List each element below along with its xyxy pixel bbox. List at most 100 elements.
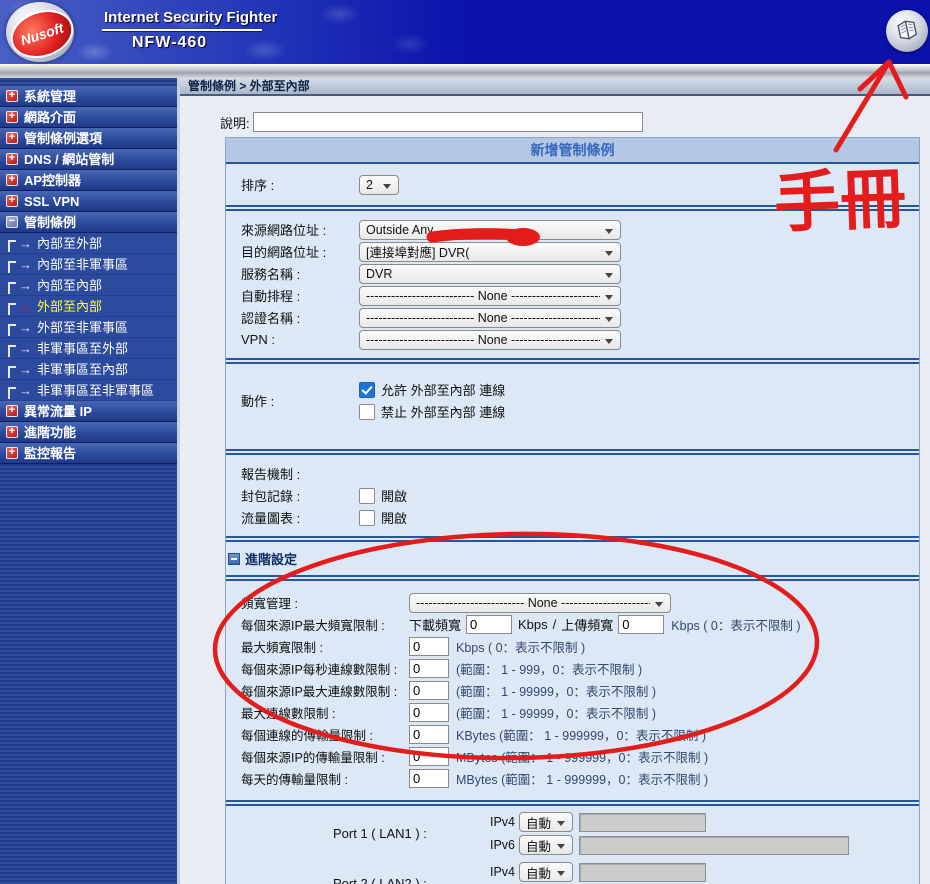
allow-checkbox[interactable] <box>359 381 375 398</box>
sidebar-subitem-wan-to-dmz[interactable]: 外部至非軍事區 <box>0 317 177 338</box>
sidebar-subitem-wan-to-lan[interactable]: 外部至內部 <box>0 296 177 317</box>
port2-ipv4-address-input <box>579 862 706 882</box>
collapse-minus-icon[interactable] <box>228 552 240 565</box>
sidebar-item-abnormal-ip[interactable]: 異常流量 IP <box>0 401 177 422</box>
per-ip-max-conn-hint: (範圍： 1 - 99999，0：表示不限制 ) <box>456 685 657 699</box>
download-bw-input[interactable] <box>466 615 513 634</box>
ipv4-label: IPv4 <box>489 815 515 829</box>
ipv4-label: IPv4 <box>489 865 515 879</box>
port1-ipv6-mode-select[interactable]: 自動 <box>519 835 573 855</box>
description-input[interactable] <box>252 112 643 132</box>
sidebar-item-label: AP控制器 <box>24 172 82 188</box>
arrow-icon <box>19 338 32 359</box>
sidebar-item-monitor-report[interactable]: 監控報告 <box>0 443 177 464</box>
port1-ipv4-mode-select[interactable]: 自動 <box>519 812 573 832</box>
sidebar-subitem-label: 內部至外部 <box>37 235 103 251</box>
sidebar-item-label: 監控報告 <box>24 445 77 461</box>
manual-button[interactable] <box>886 10 928 52</box>
per-ip-conn-rate-input[interactable] <box>409 659 449 678</box>
max-bandwidth-input[interactable] <box>409 637 449 656</box>
port1-ipv6-address-input <box>579 835 849 855</box>
max-conn-label: 最大連線數限制 : <box>241 707 336 721</box>
sort-select[interactable]: 2 <box>359 174 399 195</box>
arrow-icon <box>19 275 32 296</box>
enable-option-label: 開啟 <box>381 511 408 526</box>
expand-plus-icon <box>6 153 18 165</box>
allow-option-label: 允許 外部至內部 連線 <box>381 383 506 398</box>
sidebar-item-label: 異常流量 IP <box>24 403 92 419</box>
sidebar-subitem-dmz-to-lan[interactable]: 非軍事區至內部 <box>0 359 177 380</box>
arrow-icon <box>19 380 32 401</box>
per-ip-bandwidth-label: 每個來源IP最大頻寬限制 : <box>241 619 385 633</box>
sidebar-item-label: DNS / 網站管制 <box>24 151 115 167</box>
tree-bracket-icon <box>8 282 16 294</box>
sidebar-item-dns-web-control[interactable]: DNS / 網站管制 <box>0 149 177 170</box>
daily-quota-label: 每天的傳輸量限制 : <box>241 773 348 787</box>
per-conn-quota-input[interactable] <box>409 725 449 744</box>
per-ip-quota-input[interactable] <box>409 747 449 766</box>
sidebar-filler <box>0 464 177 884</box>
action-label: 動作 : <box>241 394 275 409</box>
expand-plus-icon <box>6 195 18 207</box>
sidebar-item-label: 管制條例選項 <box>24 130 103 146</box>
expand-plus-icon <box>6 111 18 123</box>
slash-separator: / <box>552 617 557 632</box>
service-name-select[interactable]: DVR <box>359 263 621 284</box>
breadcrumb: 管制條例 > 外部至內部 <box>180 78 930 96</box>
top-banner: Nusoft Internet Security Fighter NFW-460 <box>0 0 930 66</box>
tree-bracket-icon <box>8 261 16 273</box>
sidebar-item-label: 管制條例 <box>24 214 77 230</box>
sidebar-subitem-lan-to-lan[interactable]: 內部至內部 <box>0 275 177 296</box>
tree-bracket-icon <box>8 345 16 357</box>
sidebar-item-policy[interactable]: 管制條例 <box>0 212 177 233</box>
sidebar-item-policy-options[interactable]: 管制條例選項 <box>0 128 177 149</box>
sidebar-subitem-dmz-to-wan[interactable]: 非軍事區至外部 <box>0 338 177 359</box>
tree-bracket-icon <box>8 387 16 399</box>
sidebar-item-interface[interactable]: 網路介面 <box>0 107 177 128</box>
per-ip-conn-rate-hint: (範圍： 1 - 999，0：表示不限制 ) <box>456 663 643 677</box>
upload-bw-input[interactable] <box>618 615 665 634</box>
destination-address-select[interactable]: [連接埠對應] DVR( <box>359 241 621 262</box>
daily-quota-hint: MBytes (範圍： 1 - 999999，0：表示不限制 ) <box>456 773 709 787</box>
sort-label: 排序 : <box>241 178 275 193</box>
sidebar-item-system[interactable]: 系統管理 <box>0 86 177 107</box>
upload-bw-label: 上傳頻寬 <box>561 618 614 633</box>
description-label: 說明: <box>220 115 250 131</box>
brand-block: Internet Security Fighter NFW-460 <box>102 9 277 52</box>
qos-select[interactable]: -------------------------- None --------… <box>409 592 671 613</box>
sidebar-subitem-label: 內部至非軍事區 <box>37 256 129 272</box>
schedule-select[interactable]: -------------------------- None --------… <box>359 285 621 306</box>
port2-ipv4-mode-select[interactable]: 自動 <box>519 862 573 882</box>
per-ip-max-conn-input[interactable] <box>409 681 449 700</box>
expand-plus-icon <box>6 447 18 459</box>
deny-checkbox[interactable] <box>359 403 375 420</box>
tree-bracket-icon <box>8 303 16 315</box>
tree-bracket-icon <box>8 240 16 252</box>
traffic-chart-checkbox[interactable] <box>359 509 375 526</box>
arrow-icon <box>19 233 32 254</box>
vpn-select[interactable]: -------------------------- None --------… <box>359 329 621 350</box>
packet-log-checkbox[interactable] <box>359 487 375 504</box>
sidebar-subitem-lan-to-wan[interactable]: 內部至外部 <box>0 233 177 254</box>
sidebar-subitem-lan-to-dmz[interactable]: 內部至非軍事區 <box>0 254 177 275</box>
silver-divider-strip <box>0 64 930 78</box>
per-ip-quota-hint: MBytes (範圍： 1 - 999999，0：表示不限制 ) <box>456 751 709 765</box>
port2-label: Port 2 ( LAN2 ) : <box>333 876 427 884</box>
sidebar-item-advanced[interactable]: 進階功能 <box>0 422 177 443</box>
traffic-chart-label: 流量圖表 : <box>241 511 301 526</box>
tree-bracket-icon <box>8 324 16 336</box>
sidebar-subitem-label: 外部至內部 <box>37 298 103 314</box>
book-icon <box>894 16 920 47</box>
source-address-select[interactable]: Outside Any <box>359 219 621 240</box>
sidebar-item-ssl-vpn[interactable]: SSL VPN <box>0 191 177 212</box>
daily-quota-input[interactable] <box>409 769 449 788</box>
service-name-label: 服務名稱 : <box>241 267 301 282</box>
per-ip-quota-label: 每個來源IP的傳輸量限制 : <box>241 751 385 765</box>
authentication-select[interactable]: -------------------------- None --------… <box>359 307 621 328</box>
sidebar-item-ap-controller[interactable]: AP控制器 <box>0 170 177 191</box>
qos-label: 頻寬管理 : <box>241 597 298 611</box>
sidebar-subitem-dmz-to-dmz[interactable]: 非軍事區至非軍事區 <box>0 380 177 401</box>
per-conn-quota-hint: KBytes (範圍： 1 - 999999，0：表示不限制 ) <box>456 729 707 743</box>
max-conn-input[interactable] <box>409 703 449 722</box>
product-model: NFW-460 <box>132 34 208 51</box>
